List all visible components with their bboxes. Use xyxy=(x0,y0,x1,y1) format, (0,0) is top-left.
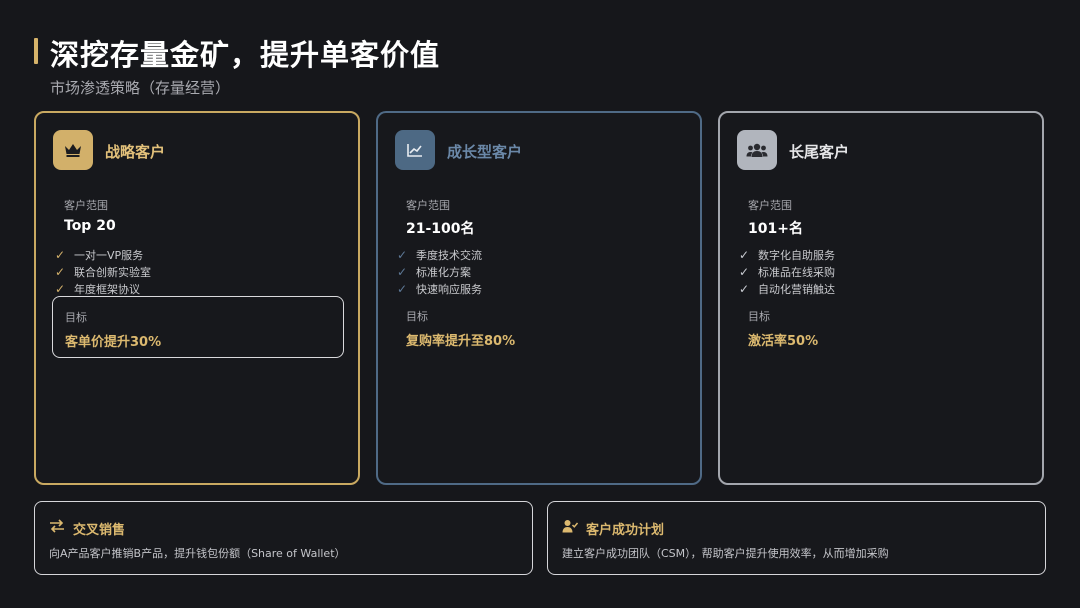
feature-list: ✓ 数字化自助服务 ✓ 标准品在线采购 ✓ 自动化营销触达 xyxy=(738,247,835,298)
card-longtail-customers: 长尾客户 客户范围 101+名 ✓ 数字化自助服务 ✓ 标准品在线采购 ✓ 自动化营销… xyxy=(718,111,1044,485)
check-icon: ✓ xyxy=(738,265,750,279)
bottom-card-title: 客户成功计划 xyxy=(586,523,665,538)
feature-list: ✓ 季度技术交流 ✓ 标准化方案 ✓ 快速响应服务 xyxy=(396,247,482,298)
range-label: 客户范围 xyxy=(64,199,108,212)
goal-box: 目标 复购率提升至80% xyxy=(394,296,686,358)
range-value: 101+名 xyxy=(748,221,803,237)
card-title: 战略客户 xyxy=(105,143,166,161)
users-icon xyxy=(737,130,777,170)
page-title: 深挖存量金矿，提升单客价值 xyxy=(50,38,441,72)
feature-item: ✓ 标准品在线采购 xyxy=(738,264,835,281)
feature-text: 数字化自助服务 xyxy=(758,249,835,262)
range-value: 21-100名 xyxy=(406,221,475,237)
goal-box: 目标 客单价提升30% xyxy=(52,296,344,358)
bottom-card-title: 交叉销售 xyxy=(73,523,126,538)
check-icon: ✓ xyxy=(396,265,408,279)
bottom-card-description: 向A产品客户推销B产品，提升钱包份额（Share of Wallet） xyxy=(49,547,346,560)
feature-text: 季度技术交流 xyxy=(416,249,482,262)
card-title: 长尾客户 xyxy=(789,143,850,161)
goal-value: 激活率50% xyxy=(748,334,819,349)
goal-value: 客单价提升30% xyxy=(65,335,162,350)
goal-box: 目标 激活率50% xyxy=(736,296,1028,358)
exchange-icon xyxy=(49,518,65,534)
feature-text: 一对一VP服务 xyxy=(74,249,144,262)
customer-success-card: 客户成功计划 建立客户成功团队（CSM），帮助客户提升使用效率，从而增加采购 xyxy=(547,501,1046,575)
feature-item: ✓ 标准化方案 xyxy=(396,264,482,281)
goal-label: 目标 xyxy=(65,311,87,324)
range-label: 客户范围 xyxy=(748,199,792,212)
feature-item: ✓ 数字化自助服务 xyxy=(738,247,835,264)
check-icon: ✓ xyxy=(396,248,408,262)
bottom-card-description: 建立客户成功团队（CSM），帮助客户提升使用效率，从而增加采购 xyxy=(562,547,889,560)
cross-selling-card: 交叉销售 向A产品客户推销B产品，提升钱包份额（Share of Wallet） xyxy=(34,501,533,575)
check-icon: ✓ xyxy=(54,248,66,262)
card-title: 成长型客户 xyxy=(447,143,523,161)
goal-label: 目标 xyxy=(748,310,770,323)
feature-text: 标准化方案 xyxy=(416,266,471,279)
feature-item: ✓ 季度技术交流 xyxy=(396,247,482,264)
page-subtitle: 市场渗透策略（存量经营） xyxy=(50,79,231,97)
title-accent-bar xyxy=(34,38,38,64)
range-label: 客户范围 xyxy=(406,199,450,212)
feature-text: 标准品在线采购 xyxy=(758,266,835,279)
feature-item: ✓ 联合创新实验室 xyxy=(54,264,151,281)
goal-value: 复购率提升至80% xyxy=(406,334,516,349)
feature-item: ✓ 一对一VP服务 xyxy=(54,247,151,264)
check-icon: ✓ xyxy=(738,248,750,262)
card-growth-customers: 成长型客户 客户范围 21-100名 ✓ 季度技术交流 ✓ 标准化方案 ✓ 快速响应服… xyxy=(376,111,702,485)
crown-icon xyxy=(53,130,93,170)
card-strategic-customers: 战略客户 客户范围 Top 20 ✓ 一对一VP服务 ✓ 联合创新实验室 ✓ 年度框架… xyxy=(34,111,360,485)
user-check-icon xyxy=(562,518,578,534)
check-icon: ✓ xyxy=(54,265,66,279)
feature-list: ✓ 一对一VP服务 ✓ 联合创新实验室 ✓ 年度框架协议 xyxy=(54,247,151,298)
goal-label: 目标 xyxy=(406,310,428,323)
range-value: Top 20 xyxy=(64,218,116,234)
chart-line-icon xyxy=(395,130,435,170)
feature-text: 联合创新实验室 xyxy=(74,266,151,279)
